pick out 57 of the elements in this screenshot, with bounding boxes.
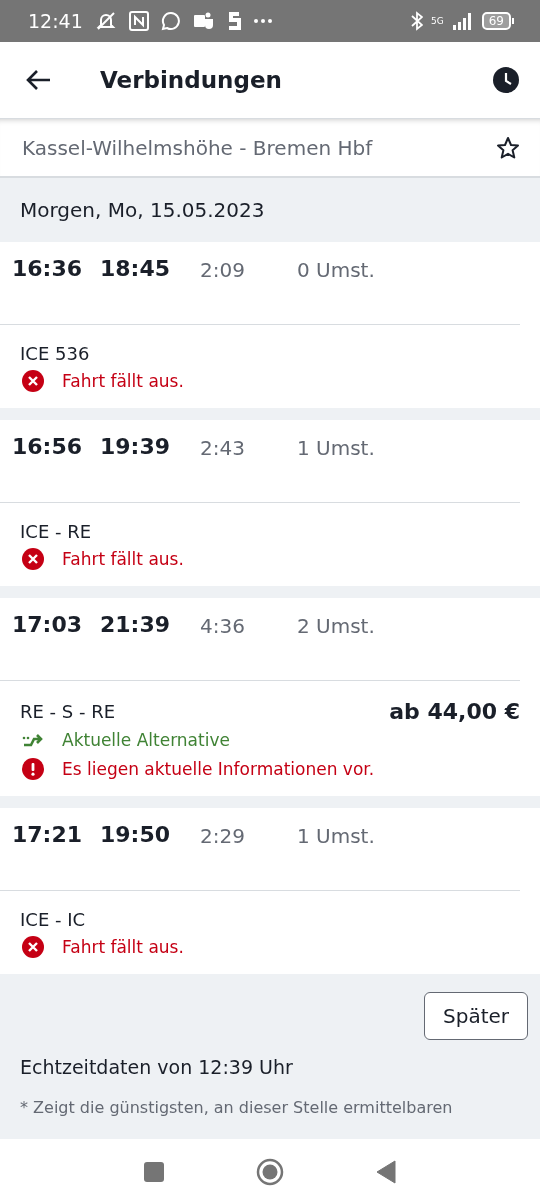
back-icon[interactable] [376, 1159, 396, 1184]
bluetooth-icon [411, 11, 423, 31]
clock-icon [492, 66, 520, 94]
alert-icon [22, 758, 44, 780]
page-title: Verbindungen [100, 67, 282, 93]
nfc-icon [128, 11, 149, 31]
muted-bell-icon [94, 11, 117, 31]
arrival-time: 19:50 [100, 822, 172, 847]
team-icon [192, 11, 215, 31]
transfer-count: 1 Umst. [297, 435, 375, 460]
departure-time: 17:21 [12, 822, 84, 847]
travel-duration: 4:36 [200, 613, 246, 638]
back-arrow-icon [24, 68, 52, 92]
transfer-count: 2 Umst. [297, 613, 375, 638]
route-text: Kassel-Wilhelmshöhe - Bremen Hbf [22, 135, 373, 160]
travel-duration: 2:09 [200, 257, 246, 282]
chat-icon [160, 11, 181, 31]
status-message: Fahrt fällt aus. [62, 549, 184, 569]
back-button[interactable] [24, 68, 52, 92]
arrival-time: 18:45 [100, 256, 172, 281]
transfer-count: 0 Umst. [297, 257, 375, 282]
realtime-note: Echtzeitdaten von 12:39 Uhr [20, 1056, 294, 1078]
recents-icon[interactable] [144, 1161, 164, 1182]
app-icon [226, 11, 241, 31]
cancel-icon [22, 548, 44, 570]
travel-duration: 2:43 [200, 435, 246, 460]
status-message: Fahrt fällt aus. [62, 371, 184, 391]
transfer-count: 1 Umst. [297, 823, 375, 848]
train-types: ICE - IC [20, 909, 86, 930]
clock-time: 12:41 [28, 10, 83, 32]
train-types: RE - S - RE [20, 701, 116, 722]
train-types: ICE 536 [20, 343, 90, 364]
price: ab 44,00 € [389, 699, 520, 724]
home-icon[interactable] [256, 1157, 284, 1186]
network-type: 5G [431, 16, 444, 26]
cancel-icon [22, 936, 44, 958]
star-icon [496, 135, 520, 160]
later-button[interactable]: Später [424, 992, 528, 1040]
status-message: Fahrt fällt aus. [62, 937, 184, 957]
footnote: * Zeigt die günstigsten, an dieser Stelle ermittelbaren [20, 1098, 454, 1117]
more-icon [252, 18, 273, 24]
departure-time: 17:03 [12, 612, 84, 637]
train-types: ICE - RE [20, 521, 92, 542]
reroute-icon [22, 732, 44, 748]
favorite-button[interactable] [496, 135, 520, 160]
travel-duration: 2:29 [200, 823, 246, 848]
battery-level: 69 [481, 12, 511, 30]
alternative-note: Aktuelle Alternative [62, 730, 230, 750]
departure-time: 16:56 [12, 434, 84, 459]
signal-icon [451, 12, 474, 30]
clock-button[interactable] [492, 66, 520, 94]
departure-time: 16:36 [12, 256, 84, 281]
date-heading: Morgen, Mo, 15.05.2023 [20, 198, 265, 222]
arrival-time: 19:39 [100, 434, 172, 459]
cancel-icon [22, 370, 44, 392]
status-message: Es liegen aktuelle Informationen vor. [62, 759, 375, 779]
arrival-time: 21:39 [100, 612, 172, 637]
